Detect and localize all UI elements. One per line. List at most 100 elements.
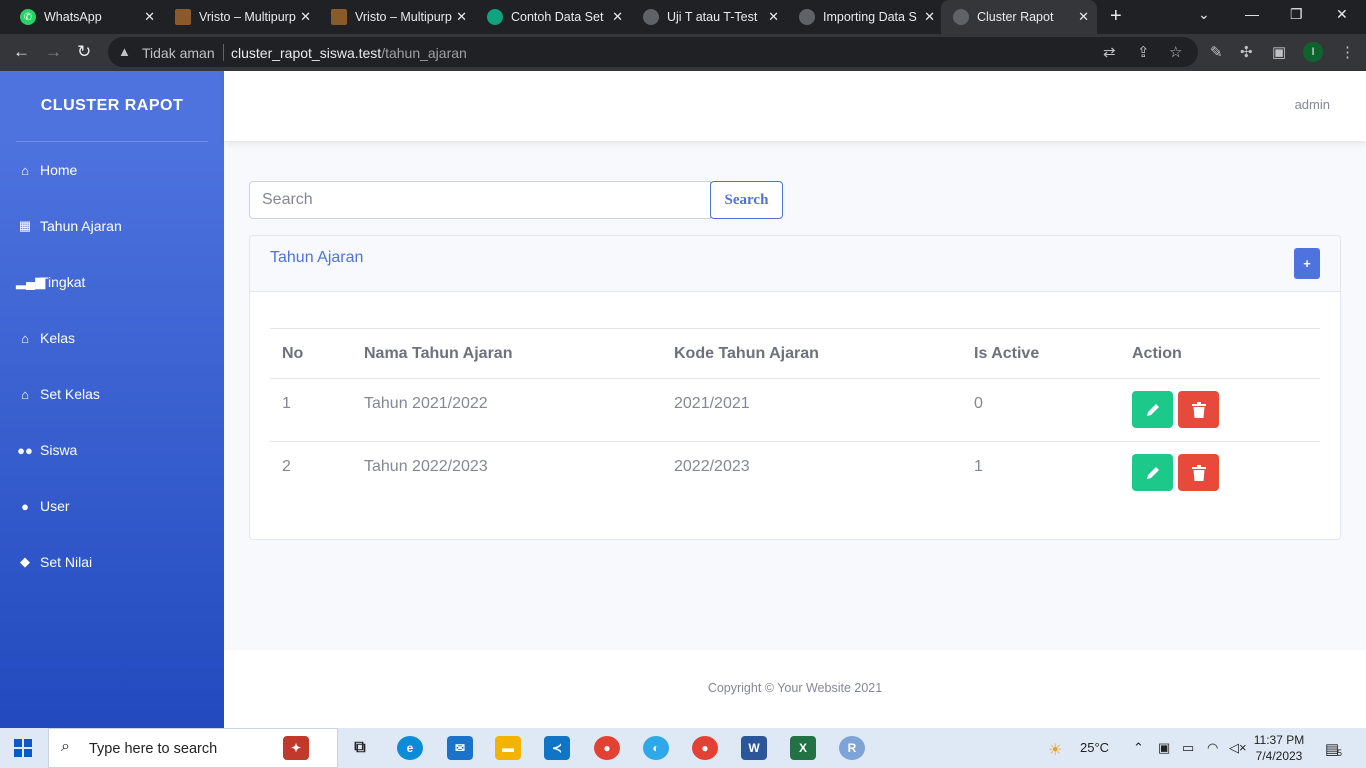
translate-icon[interactable]: ⇄ [1103,43,1116,61]
forward-icon[interactable]: → [45,42,62,62]
user-menu[interactable]: admin [1295,97,1330,112]
browser-tab[interactable]: Vristo – Multipurp ✕ [311,0,475,34]
delete-button[interactable] [1178,391,1219,428]
sidebar-brand[interactable]: CLUSTER RAPOT [0,97,224,115]
windows-taskbar: ⌕ Type here to search ✦ ⧉ e ✉ ▬ ≺ ● ◐ ● … [0,728,1366,768]
vscode-icon[interactable]: ≺ [544,736,570,760]
sidebar: CLUSTER RAPOT ⌂ Home ▦ Tahun Ajaran ▂▄▆ … [0,71,224,728]
excel-icon[interactable]: X [790,736,816,760]
home-icon: ⌂ [21,162,29,178]
column-header: Action [1120,328,1320,379]
chrome-icon[interactable]: ● [594,736,620,760]
sidebar-item-tahun-ajaran[interactable]: ▦ Tahun Ajaran [16,216,122,236]
wifi-icon[interactable]: ◠ [1207,740,1218,756]
widget-fireworks-icon[interactable]: ✦ [283,736,309,760]
cell-nama: Tahun 2021/2022 [352,378,662,442]
vristo-icon [331,9,347,25]
column-header: No [270,328,352,379]
mail-icon[interactable]: ✉ [447,736,473,760]
file-explorer-icon[interactable]: ▬ [495,736,521,760]
copyright-text: Copyright © Your Website 2021 [707,681,883,695]
address-bar[interactable]: ▲ Tidak aman cluster_rapot_siswa.test/ta… [108,37,1198,67]
menu-kebab-icon[interactable]: ⋮ [1340,43,1355,61]
search-button[interactable]: Search [710,181,783,219]
new-tab-icon[interactable]: + [1110,5,1122,28]
tab-title: Vristo – Multipurp [199,10,296,24]
sidebar-item-user[interactable]: ● User [16,496,70,516]
temperature-text[interactable]: 25°C [1080,740,1109,755]
meet-icon[interactable]: ▣ [1158,740,1170,756]
browser-tab[interactable]: Vristo – Multipurp ✕ [155,0,319,34]
cell-no: 1 [270,378,352,442]
sidebar-item-kelas[interactable]: ⌂ Kelas [16,328,75,348]
tab-search-icon[interactable]: ⌄ [1198,6,1210,23]
tab-title: Vristo – Multipurp [355,10,452,24]
security-label[interactable]: Tidak aman [142,45,215,61]
chrome-profile-icon[interactable]: ● [692,736,718,760]
browser-tab[interactable]: Contoh Data Set ✕ [467,0,631,34]
trash-icon [1191,464,1206,481]
profile-avatar[interactable]: I [1303,42,1323,62]
close-icon[interactable]: ✕ [456,9,467,25]
cell-is-active: 0 [962,378,1120,442]
sidebar-item-tingkat[interactable]: ▂▄▆ Tingkat [16,272,85,292]
extension-pen-icon[interactable]: ✎ [1210,43,1223,61]
battery-icon[interactable]: ▭ [1182,740,1194,756]
sidebar-item-set-kelas[interactable]: ⌂ Set Kelas [16,384,100,404]
close-icon[interactable]: ✕ [924,9,935,25]
task-view-icon[interactable]: ⧉ [347,736,373,760]
sidebar-item-label: Siswa [40,442,78,458]
warning-icon[interactable]: ▲ [118,44,131,59]
windows-start-icon[interactable] [14,739,32,757]
tab-title: Uji T atau T-Test [667,10,758,24]
chevron-up-icon[interactable]: ⌃ [1133,740,1144,756]
edge-icon[interactable]: e [397,736,423,760]
app-icon[interactable]: ◐ [643,736,669,760]
url-text[interactable]: cluster_rapot_siswa.test/tahun_ajaran [231,45,467,61]
edit-button[interactable] [1132,454,1173,491]
minimize-icon[interactable]: — [1245,6,1259,22]
back-icon[interactable]: ← [13,42,30,62]
chatgpt-icon [487,9,503,25]
vristo-icon [175,9,191,25]
search-input[interactable] [249,181,711,219]
column-header: Is Active [962,328,1120,379]
close-icon[interactable]: ✕ [1078,9,1089,25]
globe-icon [799,9,815,25]
sidebar-item-siswa[interactable]: ●● Siswa [16,440,77,460]
share-icon[interactable]: ⇪ [1137,43,1150,61]
volume-muted-icon[interactable]: ◁× [1229,740,1247,756]
word-icon[interactable]: W [741,736,767,760]
reload-icon[interactable]: ↻ [77,42,91,62]
window-close-icon[interactable]: ✕ [1336,6,1348,23]
weather-icon[interactable]: ☀ [1048,740,1062,760]
browser-tab[interactable]: Uji T atau T-Test ✕ [623,0,787,34]
bookmark-star-icon[interactable]: ☆ [1169,43,1182,61]
cell-kode: 2021/2021 [662,378,962,442]
edit-button[interactable] [1132,391,1173,428]
site-icon [643,9,659,25]
trash-icon [1191,401,1206,418]
restore-icon[interactable]: ❐ [1290,6,1303,23]
r-icon[interactable]: R [839,736,865,760]
close-icon[interactable]: ✕ [300,9,311,25]
tab-title: Contoh Data Set [511,10,604,24]
sidebar-item-home[interactable]: ⌂ Home [16,160,77,180]
side-panel-icon[interactable]: ▣ [1272,43,1286,61]
add-button[interactable]: + [1294,248,1320,279]
tahun-ajaran-card: Tahun Ajaran + No Nama Tahun Ajaran Kode… [249,235,1341,540]
pencil-icon [1146,466,1159,479]
close-icon[interactable]: ✕ [144,9,155,25]
browser-tab-active[interactable]: Cluster Rapot ✕ [941,0,1097,34]
browser-tab[interactable]: Importing Data S ✕ [779,0,943,34]
browser-tab[interactable]: ✆ WhatsApp ✕ [0,0,163,34]
extensions-puzzle-icon[interactable]: ✣ [1240,43,1253,61]
sidebar-item-set-nilai[interactable]: ◆ Set Nilai [16,552,92,572]
close-icon[interactable]: ✕ [612,9,623,25]
close-icon[interactable]: ✕ [768,9,779,25]
clock[interactable]: 11:37 PM 7/4/2023 [1252,732,1306,764]
globe-icon [953,9,969,25]
tahun-ajaran-table: No Nama Tahun Ajaran Kode Tahun Ajaran I… [270,328,1320,505]
delete-button[interactable] [1178,454,1219,491]
university-icon: ⌂ [21,330,29,346]
